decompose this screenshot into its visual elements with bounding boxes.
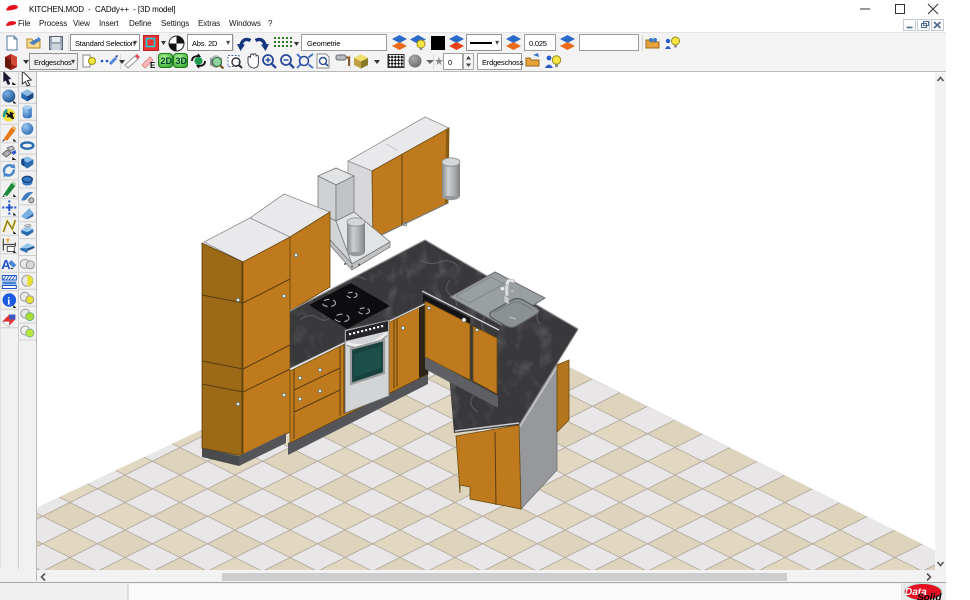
svg-text:i: i	[7, 296, 10, 308]
svg-text:E: E	[150, 61, 156, 69]
svg-text:2D: 2D	[161, 56, 173, 66]
svg-text:3D: 3D	[176, 56, 188, 66]
svg-text:Solid: Solid	[917, 593, 942, 600]
